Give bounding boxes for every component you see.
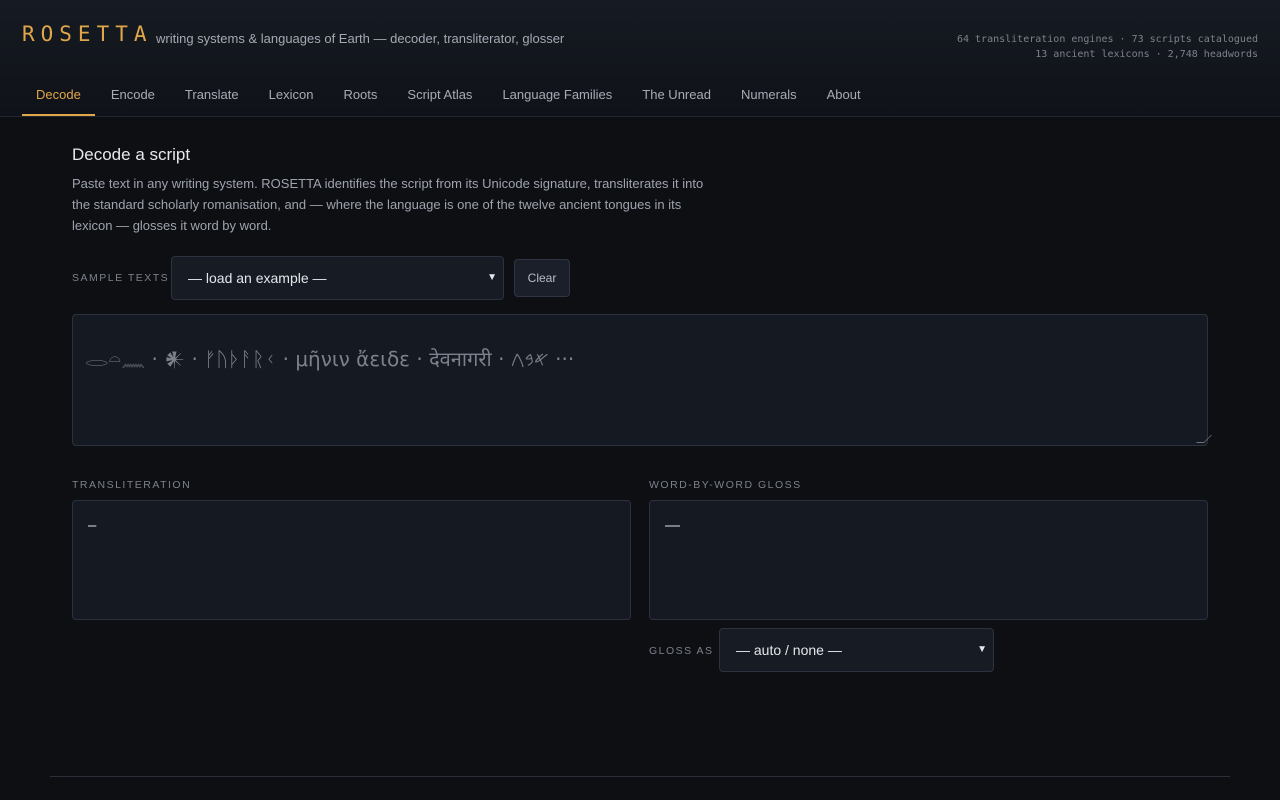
tab-translate[interactable]: Translate [171,77,253,116]
tab-lexicon[interactable]: Lexicon [255,77,328,116]
tab-roots[interactable]: Roots [329,77,391,116]
clear-button[interactable]: Clear [514,259,570,297]
transliteration-output[interactable]: – [72,500,631,620]
sample-texts-label: Sample texts [72,272,170,284]
page-description: Paste text in any writing system. ROSETT… [72,176,704,233]
tab-language-families[interactable]: Language Families [488,77,626,116]
chevron-down-icon: ▼ [977,644,987,655]
transliteration-value: – [88,517,97,534]
gloss-value: — [665,517,680,534]
main-nav: Decode Encode Translate Lexicon Roots Sc… [22,77,877,117]
gloss-as-selected: — auto / none — [736,642,842,658]
page-title: Decode a script [72,145,191,164]
script-input[interactable]: 𓂋𓏏𓈖 · 𒀭 · ᚠᚢᚦᚨᚱᚲ · μῆνιν ἄειδε · देवनागर… [72,314,1212,446]
chevron-down-icon: ▼ [487,272,497,283]
stats-summary: 64 transliteration engines · 73 scripts … [957,32,1258,62]
app-header: ROSETTA writing systems & languages of E… [0,0,1280,117]
tab-encode[interactable]: Encode [97,77,169,116]
stats-line-engines: 64 transliteration engines · 73 scripts … [956,34,1258,45]
tab-decode[interactable]: Decode [22,77,95,116]
tab-the-unread[interactable]: The Unread [628,77,725,116]
app-logo[interactable]: ROSETTA [22,22,153,46]
sample-texts-select[interactable]: — load an example — ▼ [171,256,504,300]
gloss-as-select[interactable]: — auto / none — ▼ [719,628,994,672]
resize-grip-icon[interactable] [1196,435,1212,443]
gloss-as-label: Gloss as [649,645,714,657]
sample-texts-selected: — load an example — [188,270,327,286]
app-tagline: writing systems & languages of Earth — d… [156,31,565,46]
transliteration-label: Transliteration [72,479,192,491]
stats-line-lexicons: 13 ancient lexicons · 2,748 headwords [1035,49,1258,60]
gloss-output[interactable]: — [649,500,1208,620]
tab-about[interactable]: About [813,77,875,116]
script-input-placeholder: 𓂋𓏏𓈖 · 𒀭 · ᚠᚢᚦᚨᚱᚲ · μῆνιν ἄειδε · देवनागर… [85,347,575,371]
footer-divider [50,776,1230,777]
gloss-label: Word-by-word gloss [649,479,802,491]
tab-script-atlas[interactable]: Script Atlas [393,77,486,116]
tab-numerals[interactable]: Numerals [727,77,811,116]
